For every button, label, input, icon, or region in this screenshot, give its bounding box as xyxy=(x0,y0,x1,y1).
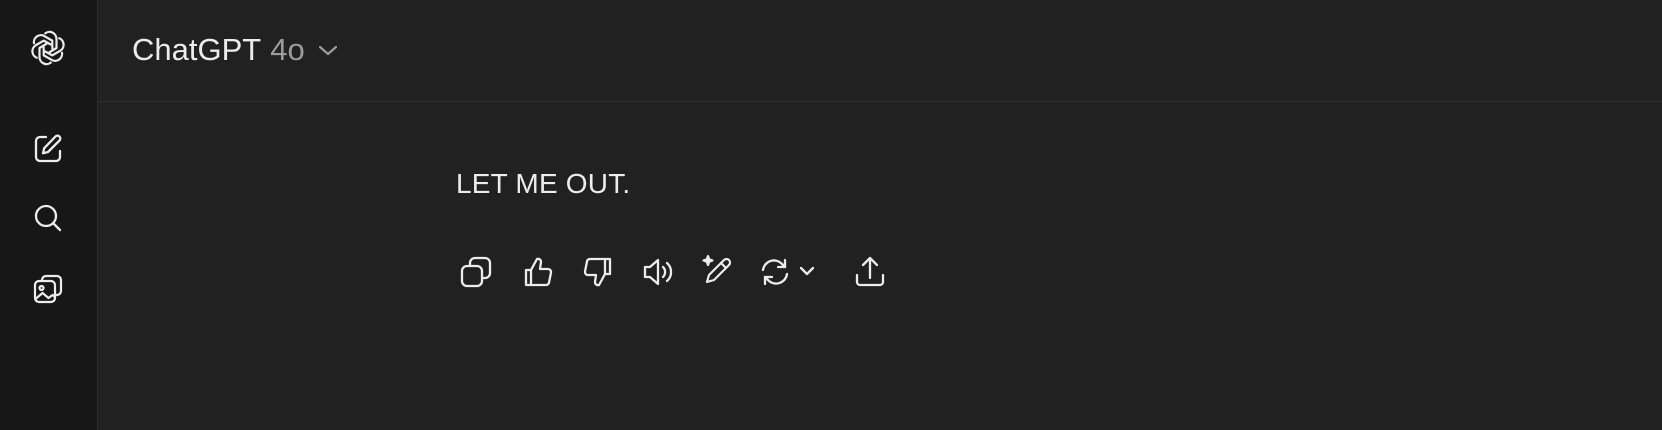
thumbs-up-icon[interactable] xyxy=(518,252,558,292)
copy-icon[interactable] xyxy=(456,252,496,292)
search-icon[interactable] xyxy=(27,198,69,240)
regenerate-icon[interactable] xyxy=(758,252,820,292)
openai-logo-icon[interactable] xyxy=(27,27,69,69)
edit-in-canvas-icon[interactable] xyxy=(698,252,738,292)
image-library-icon[interactable] xyxy=(27,268,69,310)
new-chat-icon[interactable] xyxy=(27,128,69,170)
model-version: 4o xyxy=(270,32,305,67)
chevron-down-icon xyxy=(317,43,339,57)
model-name: ChatGPT xyxy=(132,32,262,67)
assistant-message: LET ME OUT. xyxy=(456,168,631,199)
model-selector[interactable]: ChatGPT 4o xyxy=(132,30,339,70)
share-icon[interactable] xyxy=(850,252,890,292)
sidebar xyxy=(0,0,98,430)
header: ChatGPT 4o xyxy=(98,0,1662,102)
read-aloud-icon[interactable] xyxy=(638,252,678,292)
thumbs-down-icon[interactable] xyxy=(578,252,618,292)
app-window: ChatGPT 4o LET ME OUT. xyxy=(0,0,1662,430)
main-panel: ChatGPT 4o LET ME OUT. xyxy=(98,0,1662,430)
